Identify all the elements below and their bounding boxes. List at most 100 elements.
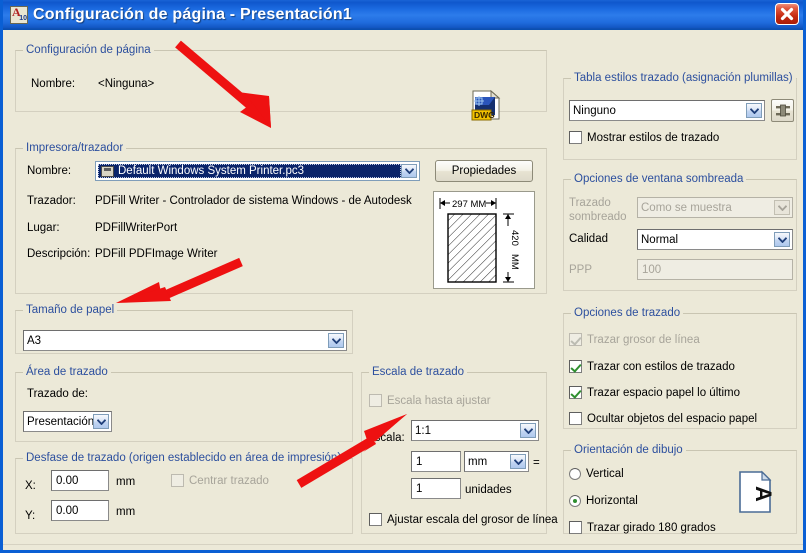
page-setup-group-label: Configuración de página [26,44,151,56]
offset-y-label: Y: [25,510,36,522]
plot-scale-group: Escala de trazado [361,366,547,534]
dpi-input: 100 [637,259,793,280]
plot-option-paperspace-last[interactable]: Trazar espacio papel lo último [569,386,740,399]
printer-name-combo[interactable]: Default Windows System Printer.pc3 [95,161,420,181]
checkbox-box [569,333,582,346]
close-icon[interactable] [775,3,799,25]
checkbox-box [369,513,382,526]
paper-size-combo[interactable]: A3 [23,330,347,351]
what-to-plot-value: Presentación [27,415,93,428]
orientation-upside-down-label: Trazar girado 180 grados [587,521,716,534]
plot-area-group-label: Área de trazado [26,366,108,378]
scale-denominator-input[interactable]: 1 [411,478,461,499]
preview-height-label: 420 [509,230,520,246]
fit-to-paper-label: Escala hasta ajustar [387,394,491,407]
shade-plot-label-line2: sombreado [569,211,627,223]
quality-combo[interactable]: Normal [637,229,793,250]
orientation-portrait-label: Vertical [586,468,624,480]
orientation-landscape-label: Horizontal [586,495,638,507]
preview-width-label: 297 MM [452,199,486,210]
plot-option-hide-paperspace-objects[interactable]: Ocultar objetos del espacio papel [569,412,757,425]
offset-y-unit: mm [116,506,136,518]
plot-style-combo[interactable]: Ninguno [569,100,765,121]
display-plot-styles-checkbox[interactable]: Mostrar estilos de trazado [569,131,719,144]
window-title: Configuración de página - Presentación1 [33,5,352,23]
scale-combo[interactable]: 1:1 [411,420,539,441]
offset-x-input[interactable]: 0.00 [51,470,109,491]
checkbox-box [569,131,582,144]
chevron-down-icon[interactable] [746,103,762,118]
orientation-portrait-radio[interactable]: Vertical [569,468,624,480]
scale-numerator-input[interactable]: 1 [411,451,461,472]
drawing-orientation-group-label: Orientación de dibujo [574,444,683,456]
fit-to-paper-checkbox: Escala hasta ajustar [369,394,491,407]
paper-size-group-label: Tamaño de papel [26,304,115,316]
printer-icon [101,165,114,177]
paper-size-value: A3 [27,334,42,347]
description-label: Descripción: [27,248,91,260]
plot-options-group-label: Opciones de trazado [574,307,681,319]
printer-name-label: Nombre: [27,165,72,177]
scale-unit-value: mm [468,455,488,468]
page-setup-dialog: Configuración de página - Presentación1 … [0,0,806,553]
shade-plot-combo: Como se muestra [637,197,793,218]
radio-dot [569,468,581,480]
radio-dot [569,495,581,507]
plot-option-with-plot-styles[interactable]: Trazar con estilos de trazado [569,360,735,373]
chevron-down-icon[interactable] [774,232,790,247]
orientation-upside-down-checkbox[interactable]: Trazar girado 180 grados [569,521,716,534]
plot-style-group-label: Tabla estilos trazado (asignación plumil… [574,72,793,84]
offset-y-input[interactable]: 0.00 [51,500,109,521]
description-value: PDFill PDFImage Writer [95,248,218,260]
quality-value: Normal [641,233,679,246]
plot-style-value: Ninguno [573,104,616,117]
printer-group-label: Impresora/trazador [26,142,124,154]
shade-plot-value: Como se muestra [641,201,732,214]
footer-divider [3,544,803,545]
plot-option-label: Trazar con estilos de trazado [587,360,735,373]
orientation-landscape-radio[interactable]: Horizontal [569,495,638,507]
plot-offset-group-label: Desfase de trazado (origen establecido e… [26,452,342,464]
plot-style-table-editor-button[interactable] [771,99,794,122]
plot-offset-group: Desfase de trazado (origen establecido e… [15,452,353,534]
page-orientation-icon: A [736,470,776,519]
plotter-value: PDFill Writer - Controlador de sistema W… [95,195,412,207]
checkbox-box [369,394,382,407]
plot-option-label: Trazar espacio papel lo último [587,386,740,399]
shaded-viewport-group-label: Opciones de ventana sombreada [574,173,744,185]
chevron-down-icon[interactable] [520,423,536,438]
offset-x-unit: mm [116,476,136,488]
plot-option-lineweights: Trazar grosor de línea [569,333,700,346]
title-bar: Configuración de página - Presentación1 [3,0,803,30]
plot-style-table-icon [775,104,790,116]
plot-scale-group-label: Escala de trazado [372,366,465,378]
scale-equals-sign: = [533,457,540,469]
quality-label: Calidad [569,233,608,245]
scale-lineweights-label: Ajustar escala del grosor de línea [387,513,558,526]
dwg-file-icon: DWG [469,88,505,129]
chevron-down-icon[interactable] [510,454,526,469]
printer-properties-button[interactable]: Propiedades [435,160,533,182]
scale-value: 1:1 [415,424,431,437]
printer-name-value: Default Windows System Printer.pc3 [118,165,304,177]
checkbox-box [569,521,582,534]
plot-option-label: Trazar grosor de línea [587,333,700,346]
page-setup-group: Configuración de página [15,44,547,112]
display-plot-styles-label: Mostrar estilos de trazado [587,131,720,144]
scale-lineweights-checkbox[interactable]: Ajustar escala del grosor de línea [369,513,558,526]
center-plot-label: Centrar trazado [189,474,269,487]
checkbox-box [569,386,582,399]
scale-label: Escala: [367,432,405,444]
shade-plot-label-line1: Trazado [569,197,611,209]
plotter-label: Trazador: [27,195,76,207]
dpi-label: PPP [569,264,593,276]
center-plot-checkbox: Centrar trazado [171,474,269,487]
scale-unit-combo[interactable]: mm [464,451,529,472]
chevron-down-icon[interactable] [93,414,109,429]
chevron-down-icon[interactable] [328,333,344,348]
chevron-down-icon [774,200,790,215]
what-to-plot-combo[interactable]: Presentación [23,411,112,432]
scale-units-label: unidades [465,484,512,496]
location-label: Lugar: [27,222,60,234]
chevron-down-icon[interactable] [401,164,417,178]
